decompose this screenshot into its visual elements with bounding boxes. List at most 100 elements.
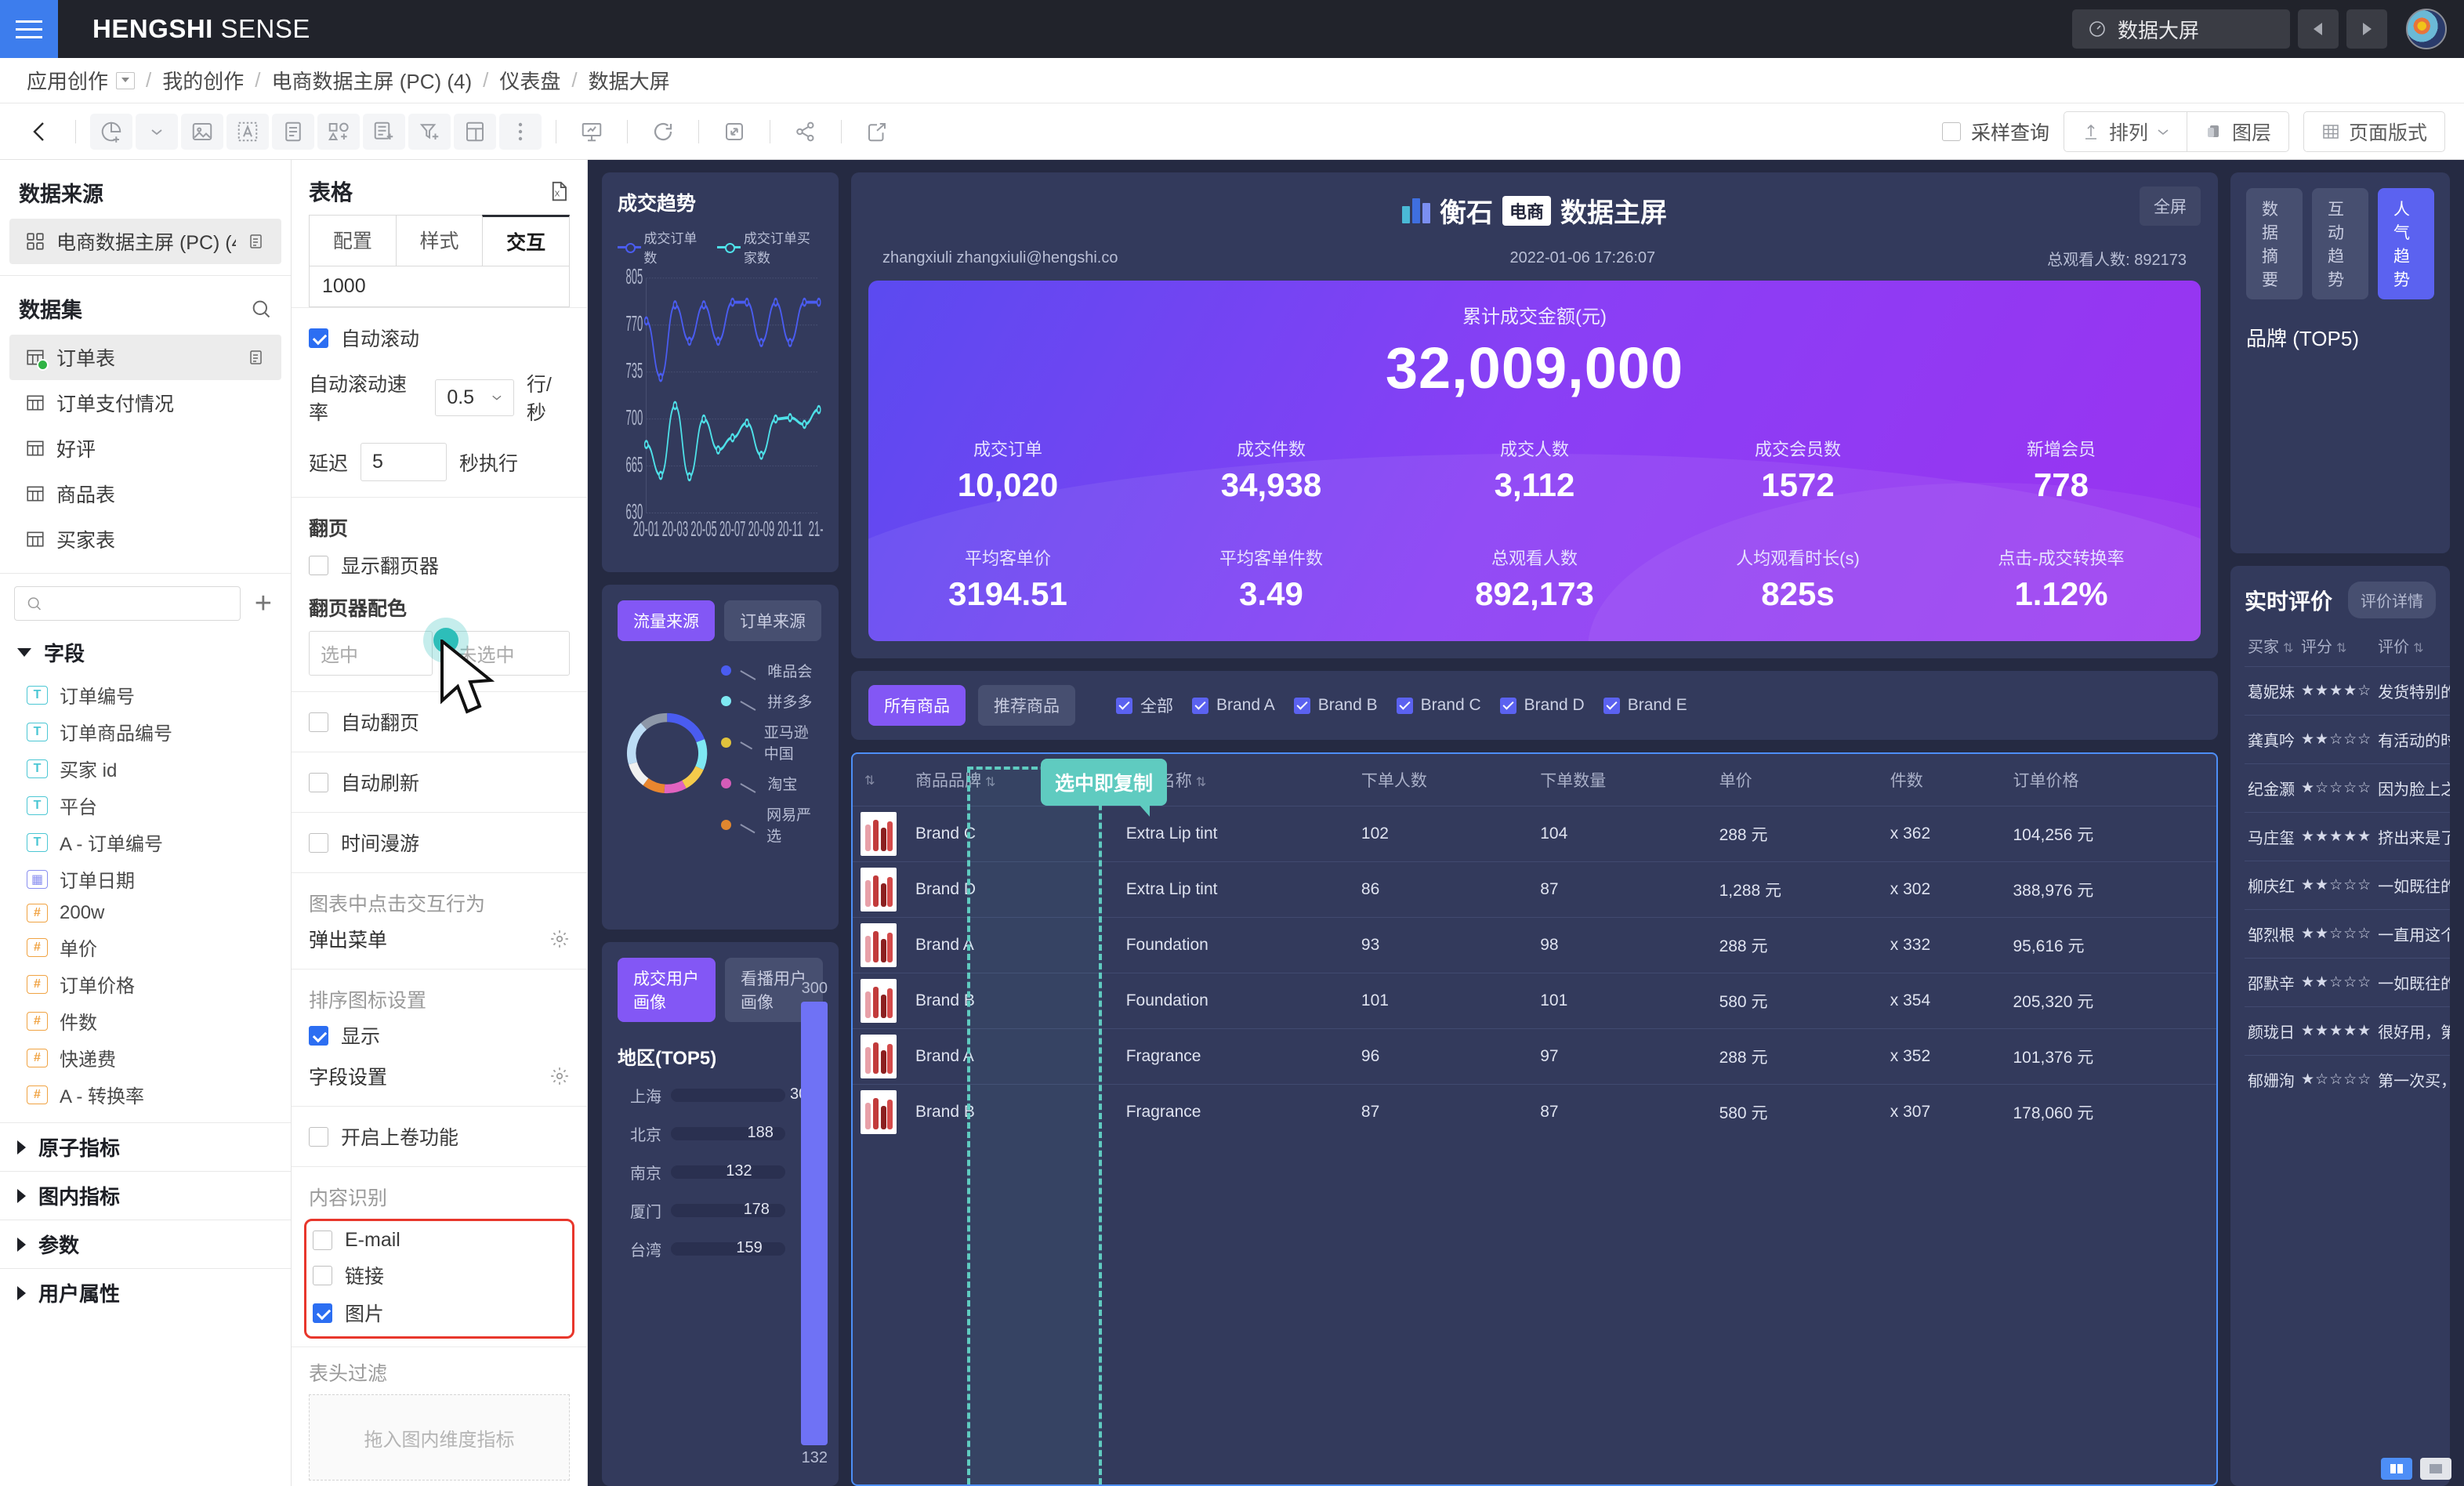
back-button[interactable] bbox=[19, 114, 61, 150]
sort-icon-show-toggle[interactable]: 显示 bbox=[309, 1021, 570, 1049]
donut-legend-item[interactable]: 亚马逊中国 bbox=[721, 721, 823, 763]
checkbox[interactable] bbox=[1192, 697, 1208, 714]
field-item[interactable]: # 单价 bbox=[0, 929, 291, 966]
screen-selector[interactable]: 数据大屏 bbox=[2072, 9, 2290, 49]
col-buyers[interactable]: 下单人数 bbox=[1353, 754, 1532, 806]
col-buyer[interactable]: 买家 ⇅ bbox=[2245, 625, 2298, 667]
brand-checkbox-c[interactable]: Brand C bbox=[1396, 694, 1481, 717]
sort-icon-show-checkbox[interactable] bbox=[309, 1025, 328, 1046]
brand-checkbox-b[interactable]: Brand B bbox=[1293, 694, 1378, 717]
group-header-userattr[interactable]: 用户属性 bbox=[0, 1269, 291, 1317]
delay-input[interactable]: 5 bbox=[361, 443, 448, 481]
grid-view-button[interactable] bbox=[2381, 1458, 2412, 1480]
breadcrumb-item-2[interactable]: 电商数据主屏 (PC) (4) bbox=[272, 66, 473, 95]
dataset-item-1[interactable]: 订单支付情况 bbox=[9, 380, 281, 426]
prev-page-button[interactable] bbox=[2298, 9, 2339, 49]
tab-buyer-profile[interactable]: 成交用户画像 bbox=[618, 958, 716, 1022]
field-item[interactable]: T 订单商品编号 bbox=[0, 713, 291, 750]
table-row[interactable]: Brand D Extra Lip tint 86 87 1,288 元x 302 388… bbox=[853, 861, 2216, 918]
auto-page-checkbox[interactable] bbox=[309, 712, 328, 732]
table-row[interactable]: Brand B Fragrance 87 87 580 元x 307 178,060 元 bbox=[853, 1084, 2216, 1140]
rollup-checkbox[interactable] bbox=[309, 1126, 328, 1147]
table-row[interactable]: 纪金灏★☆☆☆☆ 因为脸上之前用了美白 bbox=[2245, 763, 2450, 813]
region-bar-row[interactable]: 台湾 159 bbox=[618, 1238, 785, 1260]
cr-email-toggle[interactable]: E-mail bbox=[313, 1229, 566, 1252]
table-row[interactable]: Brand B Foundation 101 101 580 元x 354 205,320… bbox=[853, 973, 2216, 1029]
fullscreen-button[interactable]: 全屏 bbox=[2140, 187, 2201, 226]
legend-item-buyers[interactable]: 成交订单买家数 bbox=[717, 227, 823, 266]
tab-interaction-trend[interactable]: 互动趋势 bbox=[2312, 188, 2368, 299]
avatar[interactable] bbox=[2406, 9, 2447, 49]
checkbox[interactable] bbox=[1499, 697, 1516, 714]
single-view-button[interactable] bbox=[2420, 1458, 2451, 1480]
group-header-atomic[interactable]: 原子指标 bbox=[0, 1123, 291, 1171]
page-layout-button[interactable]: 页面版式 bbox=[2303, 111, 2445, 152]
col-qty[interactable]: 下单数量 bbox=[1532, 754, 1711, 806]
chevron-down-icon[interactable] bbox=[116, 71, 136, 89]
breadcrumb-item-1[interactable]: 我的创作 bbox=[162, 66, 244, 95]
show-pager-checkbox[interactable] bbox=[309, 555, 328, 575]
fields-group-header[interactable]: 字段 bbox=[0, 629, 291, 676]
cr-link-toggle[interactable]: 链接 bbox=[313, 1261, 566, 1289]
table-row[interactable]: Brand A Foundation 93 98 288 元x 332 95,616 元 bbox=[853, 917, 2216, 973]
checkbox[interactable] bbox=[1603, 697, 1620, 714]
tab-config[interactable]: 配置 bbox=[309, 215, 397, 266]
col-total[interactable]: 订单价格 bbox=[2005, 754, 2216, 806]
cr-image-toggle[interactable]: 图片 bbox=[313, 1299, 566, 1327]
dataset-item-3[interactable]: 商品表 bbox=[9, 471, 281, 516]
col-review[interactable]: 评价 ⇅ bbox=[2375, 625, 2450, 667]
add-image-button[interactable] bbox=[181, 113, 223, 150]
export-excel-icon[interactable]: X bbox=[546, 179, 570, 203]
region-bar-row[interactable]: 北京 188 bbox=[618, 1122, 785, 1145]
table-row[interactable]: 颜珑日★★★★★ 很好用，第二次买了， bbox=[2245, 1006, 2450, 1056]
checkbox[interactable] bbox=[1396, 697, 1413, 714]
field-item[interactable]: T 买家 id bbox=[0, 750, 291, 787]
table-row[interactable]: Brand C Extra Lip tint 102 104 288 元x 362 104… bbox=[853, 806, 2216, 862]
brand-checkbox-all[interactable]: 全部 bbox=[1116, 694, 1173, 717]
tab-popularity-trend[interactable]: 人气趋势 bbox=[2378, 188, 2434, 299]
brand-checkbox-d[interactable]: Brand D bbox=[1499, 694, 1585, 717]
add-chart-button[interactable] bbox=[90, 113, 132, 150]
breadcrumb-item-3[interactable]: 仪表盘 bbox=[499, 66, 560, 95]
field-item[interactable]: ▦ 订单日期 bbox=[0, 861, 291, 897]
resize-button[interactable] bbox=[713, 114, 756, 150]
tab-recommended-products[interactable]: 推荐商品 bbox=[978, 685, 1075, 726]
cr-email-checkbox[interactable] bbox=[313, 1230, 332, 1250]
auto-scroll-checkbox[interactable] bbox=[309, 328, 328, 348]
sample-query-toggle[interactable]: 采样查询 bbox=[1941, 118, 2049, 146]
next-page-button[interactable] bbox=[2346, 9, 2387, 49]
col-score[interactable]: 评分 ⇅ bbox=[2298, 625, 2375, 667]
layer-button[interactable]: 图层 bbox=[2186, 111, 2288, 151]
field-item[interactable]: # A - 转换率 bbox=[0, 1076, 291, 1113]
tab-data-summary[interactable]: 数据摘要 bbox=[2246, 188, 2303, 299]
arrange-button[interactable]: 排列 bbox=[2064, 112, 2187, 151]
col-pieces[interactable]: 件数 bbox=[1882, 754, 2006, 806]
review-detail-button[interactable]: 评价详情 bbox=[2348, 582, 2436, 618]
row-limit-input[interactable]: 1000 bbox=[309, 266, 570, 307]
add-shape-button[interactable] bbox=[317, 113, 360, 150]
add-field-button[interactable]: + bbox=[250, 589, 277, 618]
brand-checkbox-a[interactable]: Brand A bbox=[1192, 694, 1275, 717]
donut-legend-item[interactable]: 淘宝 bbox=[721, 773, 823, 794]
field-item[interactable]: # 快递费 bbox=[0, 1039, 291, 1076]
group-header-params[interactable]: 参数 bbox=[0, 1220, 291, 1268]
table-row[interactable]: 马庄玺★★★★★ 挤出来是了一下比较干 bbox=[2245, 812, 2450, 861]
field-item[interactable]: # 件数 bbox=[0, 1002, 291, 1039]
more-options-button[interactable] bbox=[499, 113, 542, 150]
donut-legend-item[interactable]: 唯品会 bbox=[721, 660, 823, 681]
checkbox[interactable] bbox=[1293, 697, 1310, 714]
add-control-button[interactable] bbox=[363, 113, 405, 150]
menu-icon[interactable] bbox=[0, 0, 58, 58]
gear-icon[interactable] bbox=[549, 929, 570, 949]
time-roam-toggle[interactable]: 时间漫游 bbox=[309, 828, 570, 857]
cr-link-checkbox[interactable] bbox=[313, 1265, 332, 1285]
dataset-item-4[interactable]: 买家表 bbox=[9, 516, 281, 562]
tab-all-products[interactable]: 所有商品 bbox=[868, 685, 966, 726]
header-filter-dropzone[interactable]: 拖入图内维度指标 bbox=[309, 1394, 570, 1481]
field-item[interactable]: T 订单编号 bbox=[0, 676, 291, 713]
click-behavior-row[interactable]: 弹出菜单 bbox=[309, 925, 570, 953]
cr-image-checkbox[interactable] bbox=[313, 1303, 332, 1323]
field-item[interactable]: # 订单价格 bbox=[0, 966, 291, 1002]
chart-type-dropdown[interactable] bbox=[136, 113, 178, 150]
auto-refresh-toggle[interactable]: 自动刷新 bbox=[309, 768, 570, 796]
